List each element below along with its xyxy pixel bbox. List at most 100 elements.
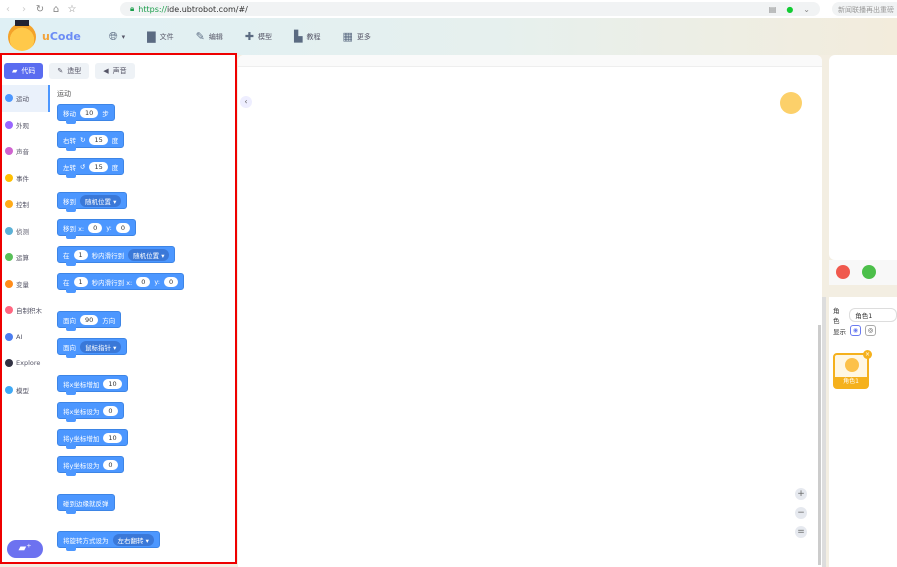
category-icon bbox=[5, 385, 13, 394]
blocks-area: 运动 移动 10 步右转 ↻ 15 度左转 ↺ 15 度移到 随机位置 ▾ 移到 x: 0 y: 0 在 1 秒… bbox=[54, 85, 235, 562]
back-icon[interactable]: ‹ bbox=[0, 4, 16, 15]
block-glide-xy[interactable]: 在 1 秒内滑行到 x: 0 y: 0 bbox=[57, 273, 185, 293]
stop-button[interactable] bbox=[836, 265, 850, 279]
sprite-card[interactable]: × 角色1 bbox=[833, 350, 872, 389]
category-3[interactable]: 事件 bbox=[2, 165, 50, 192]
reader-icon[interactable]: ▤ bbox=[769, 5, 777, 14]
menu-edit[interactable]: ✎ 编辑 bbox=[196, 30, 223, 43]
block-input[interactable]: 0 bbox=[115, 222, 130, 233]
browser-search-input[interactable]: 新闻联播再出重磅 bbox=[832, 2, 897, 16]
block-rotation[interactable]: 将旋转方式设为 左右翻转 ▾ bbox=[57, 531, 160, 551]
category-1[interactable]: 外观 bbox=[2, 112, 50, 139]
block-input[interactable]: 90 bbox=[80, 314, 99, 325]
category-label: 自制积木 bbox=[16, 307, 42, 316]
block-dropdown[interactable]: 随机位置 ▾ bbox=[128, 248, 170, 261]
zoom-in-button[interactable]: + bbox=[795, 488, 807, 500]
category-0[interactable]: 运动 bbox=[2, 85, 50, 112]
block-turn-right[interactable]: 右转 ↻ 15 度 bbox=[57, 131, 125, 151]
forward-icon[interactable]: › bbox=[16, 4, 32, 15]
category-6[interactable]: 运算 bbox=[2, 244, 50, 271]
show-visible-icon[interactable]: ◉ bbox=[850, 325, 861, 336]
category-9[interactable]: AI bbox=[2, 324, 50, 351]
bookmark-star-icon[interactable]: ☆ bbox=[64, 4, 80, 15]
block-text: 将y坐标设为 bbox=[63, 461, 100, 470]
reload-icon[interactable]: ↻ bbox=[32, 4, 48, 15]
block-set-y[interactable]: 将y坐标设为 0 bbox=[57, 456, 124, 476]
block-text: ↻ bbox=[80, 135, 86, 144]
category-5[interactable]: 侦测 bbox=[2, 218, 50, 245]
address-bar[interactable]: 🔒︎ https://ide.ubtrobot.com/#/ ▤ ● ⌄ bbox=[120, 2, 820, 16]
collapse-palette-button[interactable]: ‹ bbox=[240, 96, 252, 108]
sprite-name-input[interactable]: 角色1 bbox=[849, 308, 897, 322]
block-input[interactable]: 0 bbox=[103, 459, 118, 470]
block-goto[interactable]: 移到 随机位置 ▾ bbox=[57, 192, 128, 212]
block-dropdown[interactable]: 随机位置 ▾ bbox=[80, 194, 122, 207]
block-text: 将x坐标增加 bbox=[63, 380, 100, 389]
category-7[interactable]: 变量 bbox=[2, 271, 50, 298]
code-icon: ▰ bbox=[12, 67, 18, 75]
chevron-down-icon[interactable]: ⌄ bbox=[803, 5, 810, 14]
tab-costumes[interactable]: ✎ 造型 bbox=[49, 63, 90, 79]
block-input[interactable]: 15 bbox=[89, 134, 108, 145]
block-set-x[interactable]: 将x坐标设为 0 bbox=[57, 402, 124, 422]
block-input[interactable]: 1 bbox=[73, 249, 88, 260]
category-icon bbox=[5, 253, 13, 262]
url-scheme: https:// bbox=[138, 4, 167, 14]
category-2[interactable]: 声音 bbox=[2, 138, 50, 165]
code-workspace[interactable]: ‹ + − = bbox=[238, 55, 822, 567]
lock-icon: 🔒︎ bbox=[130, 4, 135, 13]
show-label: 显示 bbox=[833, 327, 846, 336]
block-input[interactable]: 15 bbox=[89, 161, 108, 172]
menu-more[interactable]: ▦ 更多 bbox=[343, 30, 371, 43]
block-glide[interactable]: 在 1 秒内滑行到 随机位置 ▾ bbox=[57, 246, 176, 266]
block-input[interactable]: 10 bbox=[80, 107, 99, 118]
block-text: 将y坐标增加 bbox=[63, 434, 100, 443]
panel-resize-handle[interactable] bbox=[822, 297, 826, 567]
menu-label: 模型 bbox=[258, 32, 273, 41]
hide-icon[interactable]: ◎ bbox=[865, 325, 876, 336]
ucode-logo bbox=[8, 19, 36, 51]
block-point-dir[interactable]: 面向 90 方向 bbox=[57, 311, 122, 331]
zoom-out-button[interactable]: − bbox=[795, 507, 807, 519]
category-label: 变量 bbox=[16, 280, 29, 289]
block-goto-xy[interactable]: 移到 x: 0 y: 0 bbox=[57, 219, 136, 239]
block-bounce[interactable]: 碰到边缘就反弹 bbox=[57, 494, 115, 514]
block-move[interactable]: 移动 10 步 bbox=[57, 104, 115, 124]
category-8[interactable]: 自制积木 bbox=[2, 297, 50, 324]
block-input[interactable]: 0 bbox=[163, 276, 179, 287]
menu-tutorial[interactable]: ▙ 教程 bbox=[294, 30, 320, 43]
tab-sounds[interactable]: ◀ 声音 bbox=[95, 63, 135, 79]
block-text: 移动 bbox=[63, 109, 76, 118]
block-input[interactable]: 10 bbox=[103, 432, 122, 443]
menu-model[interactable]: ✚ 模型 bbox=[245, 30, 272, 43]
block-change-x[interactable]: 将x坐标增加 10 bbox=[57, 375, 128, 395]
block-dropdown[interactable]: 鼠标指针 ▾ bbox=[80, 340, 122, 353]
delete-sprite-icon[interactable]: × bbox=[863, 350, 872, 359]
block-input[interactable]: 0 bbox=[88, 222, 103, 233]
block-input[interactable]: 0 bbox=[103, 405, 118, 416]
category-11[interactable]: 模型 bbox=[2, 377, 50, 404]
block-input[interactable]: 0 bbox=[136, 276, 151, 287]
grid-icon: ▦ bbox=[342, 30, 353, 43]
block-input[interactable]: 10 bbox=[103, 378, 122, 389]
home-icon[interactable]: ⌂ bbox=[48, 4, 64, 15]
category-label: 侦测 bbox=[16, 227, 29, 236]
block-input[interactable]: 1 bbox=[73, 276, 88, 287]
category-10[interactable]: Explore bbox=[2, 350, 50, 377]
block-turn-left[interactable]: 左转 ↺ 15 度 bbox=[57, 158, 125, 178]
add-extension-button[interactable]: ▰⁺ bbox=[7, 540, 43, 558]
category-4[interactable]: 控制 bbox=[2, 191, 50, 218]
stage-canvas[interactable] bbox=[829, 55, 897, 260]
tab-code[interactable]: ▰ 代码 bbox=[4, 63, 44, 79]
zoom-reset-button[interactable]: = bbox=[795, 526, 807, 538]
block-text: 右转 bbox=[63, 136, 76, 145]
block-point-towards[interactable]: 面向 鼠标指针 ▾ bbox=[57, 338, 128, 358]
green-flag-button[interactable] bbox=[862, 265, 876, 279]
block-dropdown[interactable]: 左右翻转 ▾ bbox=[112, 533, 154, 546]
block-text: 度 bbox=[111, 136, 119, 145]
language-button[interactable]: 🌐︎ ▾ bbox=[109, 30, 125, 44]
block-change-y[interactable]: 将y坐标增加 10 bbox=[57, 429, 128, 449]
workspace-scrollbar[interactable] bbox=[818, 325, 821, 565]
pencil-icon: ✎ bbox=[195, 30, 205, 43]
menu-file[interactable]: ▇ 文件 bbox=[147, 30, 173, 43]
